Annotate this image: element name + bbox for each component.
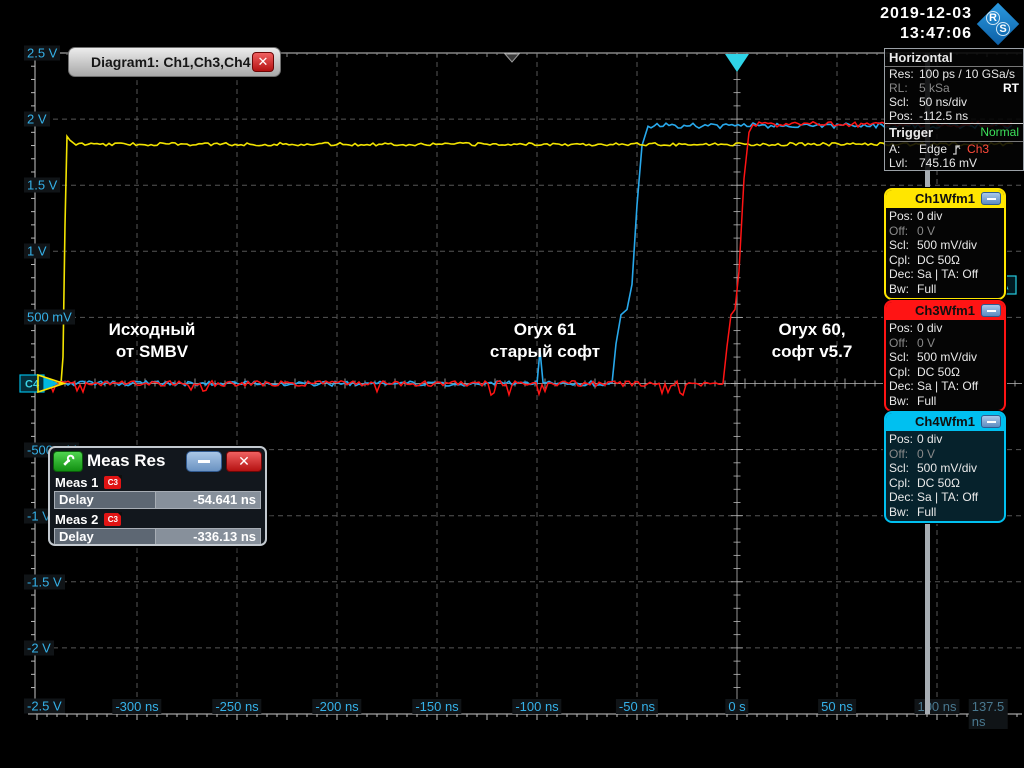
trigger-position-marker[interactable] [725,54,749,72]
meas1-value: -54.641 ns [156,491,261,509]
channel-box-ch1-title: Ch1Wfm1 [915,191,975,206]
rl-row: RL: 5 kSa RT [885,81,1023,95]
channel-setting-row: Scl:500 mV/div [889,238,1001,253]
trigger-source: Ch3 [967,142,989,156]
scl-row: Scl: 50 ns/div [885,95,1023,109]
meas1-param: Delay [54,491,156,509]
date-text: 2019-12-03 [880,4,972,24]
channel-setting-row: Bw:Full [889,394,1001,409]
meas2-result-row: Delay -336.13 ns [54,528,261,546]
trigger-panel-title: Trigger Normal [885,123,1023,142]
meas1-source-badge[interactable]: C3 [104,476,121,489]
x-axis-label: -50 ns [616,699,658,714]
x-axis-label: 137.5 ns [969,699,1008,729]
y-axis-label: -1.5 V [24,574,65,589]
channel-box-ch4[interactable]: Ch4Wfm1 Pos:0 divOff:0 VScl:500 mV/divCp… [884,411,1006,523]
meas-minimize-button[interactable] [186,451,222,472]
meas1-header: Meas 1 C3 [50,474,265,490]
res-row: Res: 100 ps / 10 GSa/s [885,67,1023,81]
rising-edge-icon [951,143,964,156]
channel-setting-row: Off:0 V [889,224,1001,239]
meas-dialog-titlebar[interactable]: Meas Res ✕ [50,448,265,474]
y-axis-label: -2 V [24,640,54,655]
y-axis-label: 500 mV [24,310,75,325]
channel-setting-row: Bw:Full [889,282,1001,297]
channel-setting-row: Pos:0 div [889,209,1001,224]
wrench-icon [61,454,75,468]
horizontal-panel-title: Horizontal [885,49,1023,67]
channel-setting-row: Dec:Sa | TA: Off [889,490,1001,505]
waveform-annotation: Исходныйот SMBV [109,319,196,363]
waveform-annotation: Oryx 60,софт v5.7 [772,319,853,363]
channel-setting-row: Bw:Full [889,505,1001,520]
meas-dialog-title: Meas Res [87,451,182,471]
diagram-close-button[interactable]: ✕ [252,52,274,72]
x-axis-label: 50 ns [818,699,856,714]
channel-setting-row: Cpl:DC 50Ω [889,365,1001,380]
y-axis-label: 2 V [24,112,50,127]
trigger-lvl-row: Lvl: 745.16 mV [885,156,1023,170]
time-text: 13:47:06 [880,24,972,44]
measurement-results-dialog[interactable]: Meas Res ✕ Meas 1 C3 Delay -54.641 ns Me… [48,446,267,546]
channel-setting-row: Pos:0 div [889,321,1001,336]
x-axis-label: -300 ns [112,699,161,714]
y-axis-label: -2.5 V [24,699,65,714]
meas2-header: Meas 2 C3 [50,511,265,527]
channel-setting-row: Cpl:DC 50Ω [889,253,1001,268]
meas2-param: Delay [54,528,156,546]
channel-box-ch3[interactable]: Ch3Wfm1 Pos:0 divOff:0 VScl:500 mV/divCp… [884,300,1006,412]
channel-box-ch3-title: Ch3Wfm1 [915,303,975,318]
channel-setting-row: Dec:Sa | TA: Off [889,267,1001,282]
datetime-display: 2019-12-03 13:47:06 [880,4,972,44]
x-axis-label: -150 ns [412,699,461,714]
minimize-icon[interactable] [981,192,1001,205]
channel-setting-row: Off:0 V [889,336,1001,351]
channel-box-ch1[interactable]: Ch1Wfm1 Pos:0 divOff:0 VScl:500 mV/divCp… [884,188,1006,300]
diagram-tab-label: Diagram1: Ch1,Ch3,Ch4 [91,54,252,70]
channel-box-ch4-header[interactable]: Ch4Wfm1 [886,413,1004,431]
channel-setting-row: Scl:500 mV/div [889,461,1001,476]
trigger-a-row: A: Edge Ch3 [885,142,1023,156]
oscilloscope-screen: TAC4 2.5 V2 V1.5 V1 V500 mV-500 mV-1 V-1… [0,0,1024,768]
horizontal-trigger-panel[interactable]: Horizontal Res: 100 ps / 10 GSa/s RL: 5 … [884,48,1024,171]
x-axis-label: -250 ns [212,699,261,714]
meas2-source-badge[interactable]: C3 [104,513,121,526]
channel-setting-row: Pos:0 div [889,432,1001,447]
reference-point-marker [505,54,519,62]
rohde-schwarz-logo-icon: R S [976,2,1020,46]
meas2-value: -336.13 ns [156,528,261,546]
minimize-icon[interactable] [981,415,1001,428]
x-axis-label: -100 ns [512,699,561,714]
x-axis-label: -200 ns [312,699,361,714]
x-axis-label: 0 s [725,699,748,714]
trigger-mode: Normal [980,125,1019,140]
minimize-icon[interactable] [981,304,1001,317]
diagram-tab[interactable]: Diagram1: Ch1,Ch3,Ch4 ✕ [68,47,281,77]
channel-box-ch4-title: Ch4Wfm1 [915,414,975,429]
waveform-annotation: Oryx 61старый софт [490,319,600,363]
channel-setting-row: Scl:500 mV/div [889,350,1001,365]
y-axis-label: 2.5 V [24,46,60,61]
y-axis-label: 1 V [24,244,50,259]
waveform-plot-area[interactable]: TAC4 [0,0,1024,768]
rt-badge: RT [1003,81,1019,95]
meas1-result-row: Delay -54.641 ns [54,491,261,509]
y-axis-label: 1.5 V [24,178,60,193]
channel-box-ch3-header[interactable]: Ch3Wfm1 [886,302,1004,320]
channel-setting-row: Dec:Sa | TA: Off [889,379,1001,394]
channel-setting-row: Cpl:DC 50Ω [889,476,1001,491]
x-axis-label: 100 ns [914,699,959,714]
channel-box-ch1-header[interactable]: Ch1Wfm1 [886,190,1004,208]
meas-close-button[interactable]: ✕ [226,451,262,472]
channel-setting-row: Off:0 V [889,447,1001,462]
meas-settings-button[interactable] [53,451,83,472]
pos-row: Pos: -112.5 ns [885,109,1023,123]
